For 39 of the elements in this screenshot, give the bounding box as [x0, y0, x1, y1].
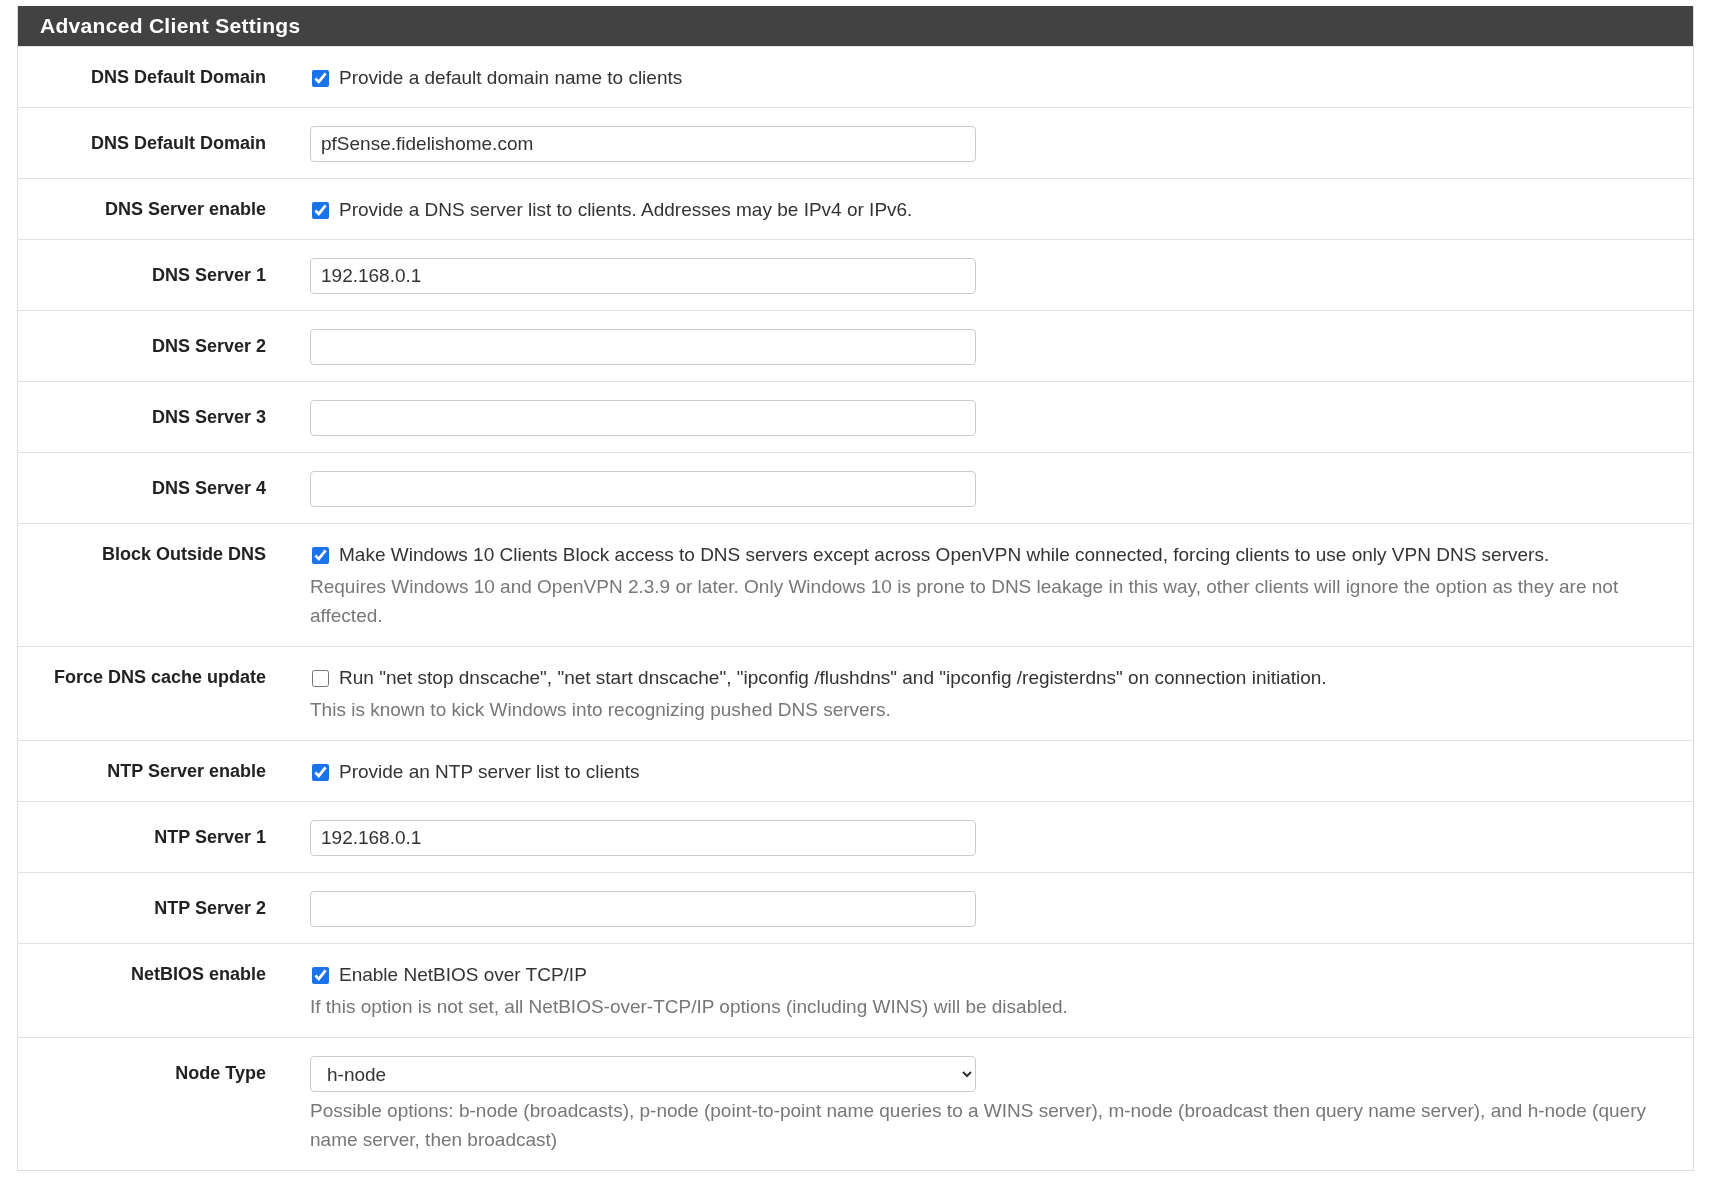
- text-field[interactable]: pfSense.fidelishome.com: [310, 126, 976, 162]
- select-field[interactable]: h-node: [310, 1056, 976, 1092]
- field-label: NetBIOS enable: [130, 964, 266, 984]
- text-field[interactable]: [310, 400, 976, 436]
- help-text: This is known to kick Windows into recognizing pushed DNS servers.: [310, 698, 892, 722]
- field-label: DNS Server 4: [151, 478, 266, 498]
- help-text: Requires Windows 10 and OpenVPN 2.3.9 or later. Only Windows 10 is prone to DNS leakage in this way, other clients will ignore the option as they are not affected.: [310, 575, 1620, 628]
- text-field[interactable]: [310, 471, 976, 507]
- checkbox[interactable]: [312, 546, 329, 564]
- field-label: Block Outside DNS: [101, 544, 266, 564]
- field-label: DNS Default Domain: [90, 133, 266, 153]
- help-text: Possible options: b-node (broadcasts), p-node (point-to-point name queries to a WINS server), m-node (broadcast then query name server), and h-node (query name server, then broadcast): [310, 1099, 1647, 1152]
- field-label: DNS Server 1: [151, 265, 266, 285]
- checkbox[interactable]: [312, 69, 329, 87]
- field-label: DNS Server enable: [104, 199, 266, 219]
- checkbox-label: Make Windows 10 Clients Block access to DNS servers except across OpenVPN while connected, forcing clients to use only VPN DNS servers.: [339, 543, 1550, 567]
- checkbox[interactable]: [312, 966, 329, 984]
- field-label: Force DNS cache update: [53, 667, 266, 687]
- field-label: DNS Default Domain: [90, 67, 266, 87]
- panel-title: Advanced Client Settings: [18, 6, 1693, 46]
- checkbox-label: Provide a default domain name to clients: [339, 66, 683, 90]
- checkbox[interactable]: [312, 669, 329, 687]
- field-label: NTP Server 2: [154, 898, 266, 918]
- checkbox-label: Provide an NTP server list to clients: [339, 760, 640, 784]
- text-field[interactable]: [310, 891, 976, 927]
- help-text: If this option is not set, all NetBIOS-over-TCP/IP options (including WINS) will be disabled.: [310, 995, 1069, 1019]
- checkbox-label: Enable NetBIOS over TCP/IP: [339, 963, 587, 987]
- checkbox-label: Run "net stop dnscache", "net start dnscache", "ipconfig /flushdns" and "ipconfig /registerdns" on connection initiation.: [339, 666, 1327, 690]
- checkbox-label: Provide a DNS server list to clients. Addresses may be IPv4 or IPv6.: [339, 198, 913, 222]
- text-field[interactable]: 192.168.0.1: [310, 258, 976, 294]
- field-label: DNS Server 2: [151, 336, 266, 356]
- field-label: Node Type: [175, 1063, 266, 1083]
- field-label: DNS Server 3: [151, 407, 266, 427]
- text-field[interactable]: 192.168.0.1: [310, 820, 976, 856]
- field-label: NTP Server 1: [154, 827, 266, 847]
- checkbox[interactable]: [312, 763, 329, 781]
- text-field[interactable]: [310, 329, 976, 365]
- checkbox[interactable]: [312, 201, 329, 219]
- field-label: NTP Server enable: [107, 761, 266, 781]
